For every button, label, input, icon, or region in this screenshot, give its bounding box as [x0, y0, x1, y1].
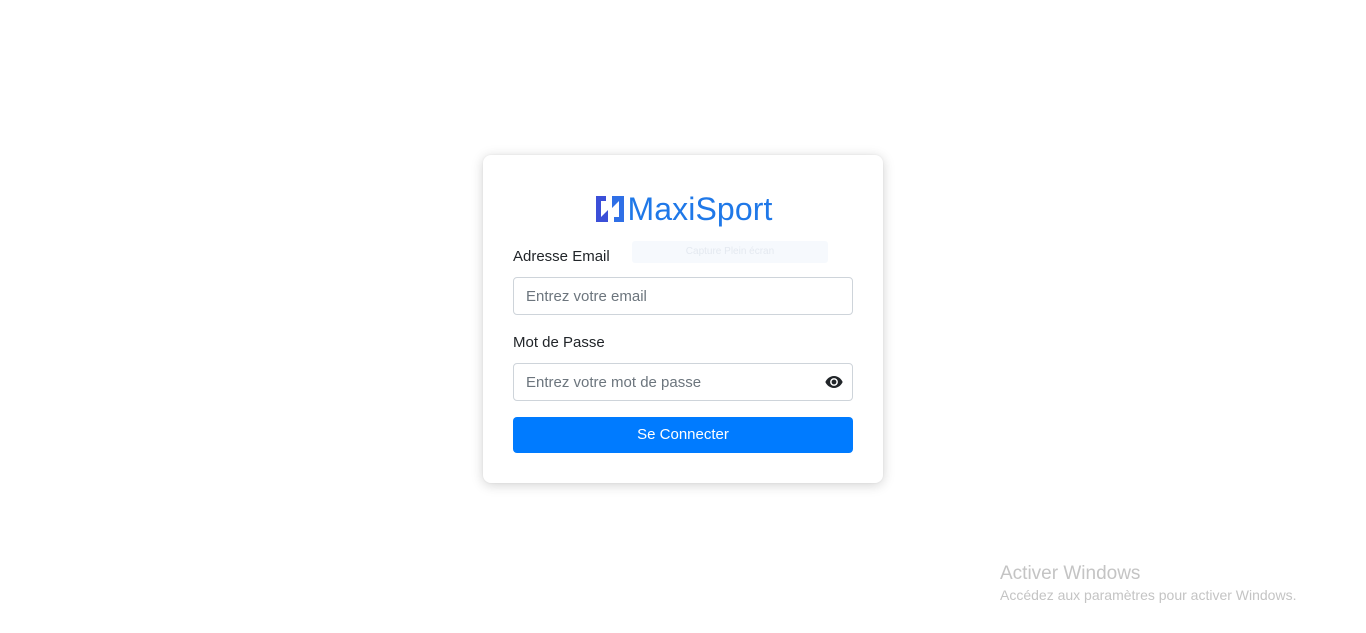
email-label: Adresse Email [513, 248, 610, 265]
brand: MaxiSport [483, 189, 883, 229]
page: MaxiSport Capture Plein écran Adresse Em… [0, 0, 1366, 633]
password-field[interactable] [514, 364, 852, 400]
email-field[interactable] [514, 278, 852, 314]
login-button[interactable]: Se Connecter [513, 417, 853, 453]
ghost-tooltip: Capture Plein écran [632, 241, 828, 263]
password-label: Mot de Passe [513, 334, 605, 351]
eye-icon[interactable] [825, 374, 843, 390]
brand-name: MaxiSport [627, 191, 773, 227]
watermark-subtitle: Accédez aux paramètres pour activer Wind… [1000, 587, 1297, 603]
email-field-wrapper [513, 277, 853, 315]
windows-activation-watermark: Activer Windows Accédez aux paramètres p… [1000, 562, 1296, 604]
watermark-title: Activer Windows [1000, 563, 1141, 584]
password-field-wrapper [513, 363, 853, 401]
login-card: MaxiSport Capture Plein écran Adresse Em… [483, 155, 883, 483]
maxisport-logo-icon [595, 196, 624, 222]
